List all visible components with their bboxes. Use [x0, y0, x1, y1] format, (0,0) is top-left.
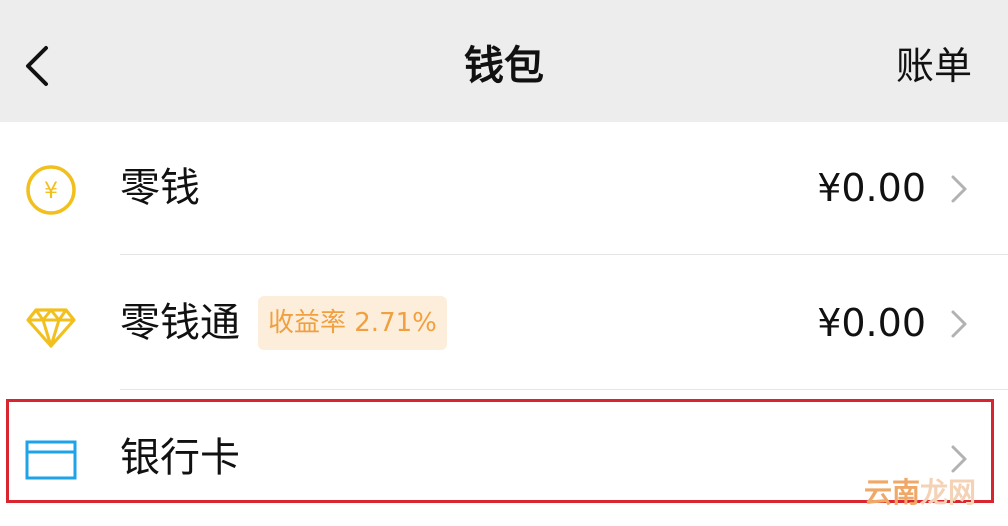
watermark: 云南龙网 [864, 475, 976, 511]
nav-header: 钱包 账单 [0, 0, 1008, 122]
list-item-change-plus[interactable]: 零钱通 收益率 2.71% ¥0.00 [0, 257, 1008, 391]
watermark-part: 龙网 [919, 476, 976, 509]
watermark-part: 云南 [863, 476, 920, 509]
yield-badge: 收益率 2.71% [258, 296, 447, 350]
wallet-list: ¥ 零钱 ¥0.00 零钱通 收益率 2.71% ¥0.00 银行卡 [0, 122, 1008, 521]
chevron-right-icon [948, 172, 970, 206]
diamond-icon [24, 298, 78, 352]
chevron-right-icon [948, 442, 970, 476]
item-label: 银行卡 [120, 435, 240, 481]
bank-card-icon [24, 433, 78, 487]
list-item-bank-card[interactable]: 银行卡 [0, 392, 1008, 526]
divider [120, 389, 1008, 390]
item-label: 零钱 [120, 165, 200, 211]
svg-text:¥: ¥ [44, 179, 58, 204]
page-title: 钱包 [464, 43, 544, 89]
list-item-change[interactable]: ¥ 零钱 ¥0.00 [0, 122, 1008, 256]
item-amount: ¥0.00 [817, 166, 926, 210]
item-label: 零钱通 [120, 300, 240, 346]
bill-button[interactable]: 账单 [896, 38, 972, 94]
item-amount: ¥0.00 [817, 301, 926, 345]
divider [120, 254, 1008, 255]
yuan-coin-icon: ¥ [24, 163, 78, 217]
chevron-right-icon [948, 307, 970, 341]
